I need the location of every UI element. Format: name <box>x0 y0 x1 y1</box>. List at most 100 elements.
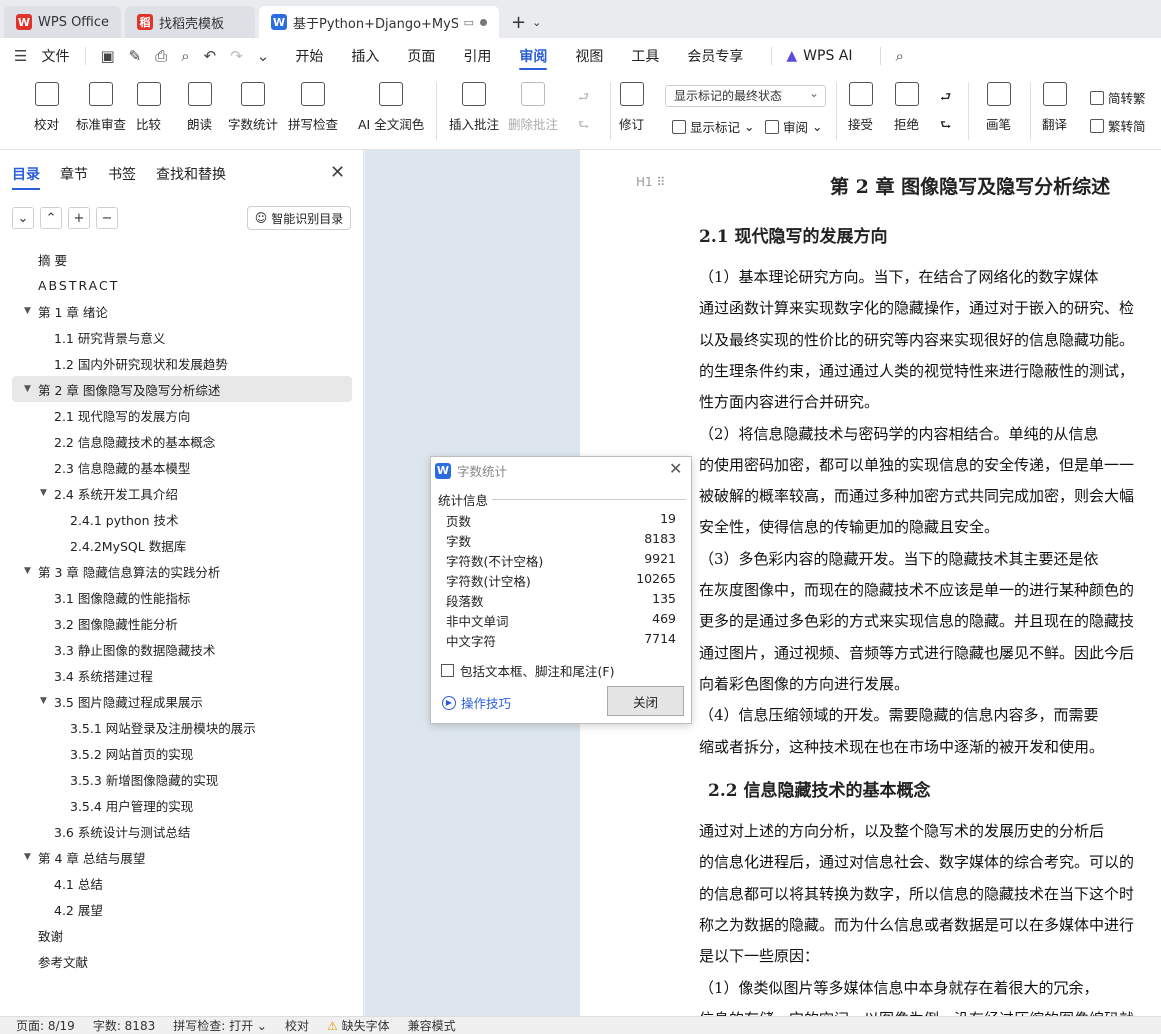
remove-icon[interactable]: − <box>96 207 118 229</box>
file-menu[interactable]: 文件 <box>41 38 69 74</box>
toc-item[interactable]: 3.1 图像隐藏的性能指标 <box>12 584 352 610</box>
toc-item[interactable]: ABSTRACT <box>12 272 352 298</box>
menu-member[interactable]: 会员专享 <box>687 38 743 74</box>
nav-tab-toc[interactable]: 目录 <box>12 164 40 190</box>
toc-item[interactable]: 4.2 展望 <box>12 896 352 922</box>
menu-tools[interactable]: 工具 <box>631 38 659 74</box>
toc-item[interactable]: 1.2 国内外研究现状和发展趋势 <box>12 350 352 376</box>
nav-tab-sections[interactable]: 章节 <box>60 164 88 184</box>
toc-item[interactable]: 3.5.2 网站首页的实现 <box>12 740 352 766</box>
toc-item[interactable]: ▼ 第 2 章 图像隐写及隐写分析综述 <box>12 376 352 402</box>
toc-item[interactable]: 1.1 研究背景与意义 <box>12 324 352 350</box>
tips-link[interactable]: ▶ 操作技巧 <box>442 693 511 712</box>
toc-item[interactable]: ▼ 第 4 章 总结与展望 <box>12 844 352 870</box>
toc-item[interactable]: 4.1 总结 <box>12 870 352 896</box>
toc-item[interactable]: 3.6 系统设计与测试总结 <box>12 818 352 844</box>
menu-view[interactable]: 视图 <box>575 38 603 74</box>
toc-item[interactable]: ▼ 3.5 图片隐藏过程成果展示 <box>12 688 352 714</box>
toc-item[interactable]: 致谢 <box>12 922 352 948</box>
toc-item[interactable]: 3.5.3 新增图像隐藏的实现 <box>12 766 352 792</box>
tab-document[interactable]: W 基于Python+Django+MySQL ▭ <box>259 6 500 38</box>
hamburger-icon[interactable]: ☰ <box>14 47 27 65</box>
caret-down-icon[interactable]: ▼ <box>24 384 31 394</box>
caret-down-icon[interactable]: ▼ <box>24 306 31 316</box>
menu-references[interactable]: 引用 <box>463 38 491 74</box>
to-traditional-button[interactable]: 繁转简 <box>1090 116 1146 135</box>
add-icon[interactable]: + <box>68 207 90 229</box>
smart-toc-button[interactable]: ☺ 智能识别目录 <box>247 206 351 230</box>
caret-down-icon[interactable]: ▼ <box>24 852 31 862</box>
standard-review-button[interactable]: 标准审查 <box>76 82 126 133</box>
print-preview-icon[interactable]: ⌕ <box>181 47 189 65</box>
save-icon[interactable]: ▣ <box>100 47 114 65</box>
menu-start[interactable]: 开始 <box>295 38 323 74</box>
undo-icon[interactable]: ↶ <box>204 47 217 65</box>
print-icon[interactable]: ⎙ <box>155 47 167 65</box>
toc-item[interactable]: 3.3 静止图像的数据隐藏技术 <box>12 636 352 662</box>
toc-item[interactable]: 2.1 现代隐写的发展方向 <box>12 402 352 428</box>
tab-templates[interactable]: 稻 找稻壳模板 <box>125 6 256 38</box>
search-icon[interactable]: ⌕ <box>895 47 903 65</box>
more-icon[interactable]: ⌄ <box>257 47 270 65</box>
reject-button[interactable]: 拒绝 <box>894 82 919 133</box>
toc-item[interactable]: ▼ 2.4 系统开发工具介绍 <box>12 480 352 506</box>
missing-font-indicator[interactable]: ⚠ 缺失字体 <box>327 1017 390 1034</box>
toc-item[interactable]: 2.2 信息隐藏技术的基本概念 <box>12 428 352 454</box>
caret-down-icon[interactable]: ▼ <box>40 488 47 498</box>
review-pane-button[interactable]: 审阅 ⌄ <box>765 117 823 136</box>
nav-tab-bookmarks[interactable]: 书签 <box>108 164 136 184</box>
word-count-button[interactable]: 字数统计 <box>228 82 278 133</box>
ai-polish-button[interactable]: AI 全文润色 <box>358 82 424 133</box>
expand-icon[interactable]: ⌄ <box>12 207 34 229</box>
translate-button[interactable]: 翻译 <box>1042 82 1067 133</box>
insert-comment-button[interactable]: 插入批注 <box>449 82 499 133</box>
spell-check-indicator[interactable]: 拼写检查: 打开 ⌄ <box>173 1017 267 1034</box>
spell-check-button[interactable]: 拼写检查 <box>288 82 338 133</box>
accept-button[interactable]: 接受 <box>848 82 873 133</box>
menu-review[interactable]: 审阅 <box>519 38 548 74</box>
toc-item[interactable]: 2.3 信息隐藏的基本模型 <box>12 454 352 480</box>
track-changes-button[interactable]: 修订 <box>619 82 644 133</box>
prev-comment-icon[interactable]: ⮐ <box>578 88 589 109</box>
caret-down-icon[interactable]: ▼ <box>40 696 47 706</box>
show-markup-button[interactable]: 显示标记 ⌄ <box>672 117 755 136</box>
close-panel-icon[interactable]: ✕ <box>330 162 345 183</box>
word-count-indicator[interactable]: 字数: 8183 <box>93 1017 155 1034</box>
next-comment-icon[interactable]: ⮑ <box>578 116 589 137</box>
menu-page[interactable]: 页面 <box>407 38 435 74</box>
caret-down-icon[interactable]: ▼ <box>24 566 31 576</box>
read-aloud-button[interactable]: 朗读 <box>187 82 212 133</box>
toc-item[interactable]: 3.4 系统搭建过程 <box>12 662 352 688</box>
toc-item[interactable]: ▼ 第 1 章 绪论 <box>12 298 352 324</box>
page-indicator[interactable]: 页面: 8/19 <box>16 1017 75 1034</box>
close-button[interactable]: 关闭 <box>607 686 684 716</box>
tab-wps-office[interactable]: W WPS Office <box>4 6 122 38</box>
wps-ai-button[interactable]: ▲ WPS AI <box>786 38 852 74</box>
toc-item[interactable]: 2.4.1 python 技术 <box>12 506 352 532</box>
prev-change-icon[interactable]: ⮐ <box>940 88 951 109</box>
compare-button[interactable]: 比较 <box>136 82 161 133</box>
include-footnotes-checkbox[interactable]: 包括文本框、脚注和尾注(F) <box>441 661 614 680</box>
toc-item[interactable]: 3.5.4 用户管理的实现 <box>12 792 352 818</box>
dialog-close-icon[interactable]: ✕ <box>669 459 682 478</box>
to-simplified-button[interactable]: 简转繁 <box>1090 88 1146 107</box>
markup-mode-select[interactable]: 显示标记的最终状态 <box>665 83 826 107</box>
delete-comment-button[interactable]: 删除批注 <box>508 82 558 133</box>
collapse-icon[interactable]: ⌃ <box>40 207 62 229</box>
heading-marker-icon[interactable]: H1 ⠿ <box>636 175 665 189</box>
nav-tab-find-replace[interactable]: 查找和替换 <box>156 164 226 184</box>
menu-insert[interactable]: 插入 <box>351 38 379 74</box>
toc-item[interactable]: 摘 要 <box>12 246 352 272</box>
toc-item[interactable]: 3.2 图像隐藏性能分析 <box>12 610 352 636</box>
proofread-button[interactable]: 校对 <box>34 82 59 133</box>
new-tab-button[interactable]: + ⌄ <box>503 6 549 38</box>
toc-item[interactable]: 参考文献 <box>12 948 352 974</box>
proof-indicator[interactable]: 校对 <box>285 1017 309 1034</box>
format-painter-icon[interactable]: ✎ <box>129 47 142 65</box>
brush-button[interactable]: 画笔 <box>986 82 1011 133</box>
toc-item[interactable]: 2.4.2MySQL 数据库 <box>12 532 352 558</box>
toc-item[interactable]: ▼ 第 3 章 隐藏信息算法的实践分析 <box>12 558 352 584</box>
toc-item[interactable]: 3.5.1 网站登录及注册模块的展示 <box>12 714 352 740</box>
next-change-icon[interactable]: ⮑ <box>940 116 951 137</box>
redo-icon[interactable]: ↷ <box>230 47 243 65</box>
